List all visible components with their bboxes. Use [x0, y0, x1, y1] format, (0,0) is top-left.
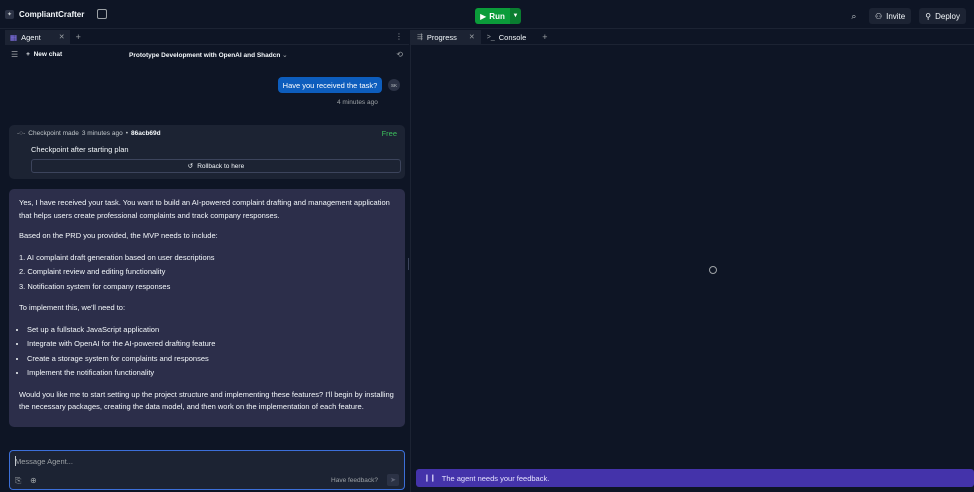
- rollback-icon: ↺: [187, 163, 194, 170]
- implement-list: Set up a fullstack JavaScript applicatio…: [27, 323, 395, 381]
- mvp-list: 1. AI complaint draft generation based o…: [19, 251, 395, 295]
- chat-header: ☰ + New chat Prototype Development with …: [5, 47, 409, 62]
- text-cursor: [15, 456, 16, 466]
- checkpoint-hash: 86acb69d: [130, 130, 161, 137]
- brand: ✦ CompliantCrafter: [5, 9, 108, 19]
- rollback-label: Rollback to here: [197, 162, 245, 170]
- message-composer: ⎘ ⊕ Have feedback? ➤: [9, 450, 405, 490]
- deploy-icon: ⚲: [925, 11, 932, 21]
- search-icon[interactable]: ⌕: [847, 9, 861, 23]
- avatar: SK: [388, 79, 400, 91]
- separator-dot: •: [125, 130, 128, 137]
- chat-title-dropdown[interactable]: Prototype Development with OpenAI and Sh…: [129, 51, 288, 59]
- feedback-link[interactable]: Have feedback?: [331, 477, 378, 484]
- list-item: Set up a fullstack JavaScript applicatio…: [27, 323, 395, 338]
- rollback-button[interactable]: ↺ Rollback to here: [31, 159, 401, 173]
- chat-title: Prototype Development with OpenAI and Sh…: [129, 51, 281, 59]
- send-button[interactable]: ➤: [387, 474, 399, 486]
- feedback-banner[interactable]: ❙❙ The agent needs your feedback.: [416, 469, 974, 487]
- chevron-down-icon: ⌄: [282, 51, 288, 59]
- agent-grid-icon: ▦: [10, 32, 18, 42]
- checkpoint-time: 3 minutes ago: [81, 130, 123, 137]
- database-icon[interactable]: [97, 9, 108, 19]
- list-item: 1. AI complaint draft generation based o…: [19, 252, 215, 262]
- checkpoint-title: Checkpoint after starting plan: [31, 145, 129, 154]
- terminal-icon: >_: [486, 33, 495, 41]
- top-bar: ✦ CompliantCrafter ▶ Run ▼ ⌕ ⚇ Invite ⚲ …: [0, 3, 974, 29]
- message-input[interactable]: [15, 455, 315, 467]
- tab-progress-label: Progress: [426, 32, 457, 42]
- new-chat-label: New chat: [33, 51, 63, 58]
- pause-icon: ❙❙: [424, 475, 436, 482]
- user-add-icon: ⚇: [874, 11, 883, 21]
- feedback-banner-text: The agent needs your feedback.: [441, 473, 550, 483]
- repl-logo-icon[interactable]: ✦: [5, 9, 14, 19]
- menu-icon[interactable]: ☰: [11, 50, 18, 59]
- agent-closing: Would you like me to start setting up th…: [19, 389, 394, 412]
- history-icon[interactable]: ⟲: [396, 50, 403, 59]
- agent-intro: Yes, I have received your task. You want…: [19, 198, 390, 220]
- play-icon: ▶: [480, 11, 487, 21]
- agent-implement-intro: To implement this, we'll need to:: [19, 303, 126, 312]
- new-chat-button[interactable]: + New chat: [26, 51, 62, 58]
- tab-agent-label: Agent: [21, 32, 41, 42]
- message-timestamp: 4 minutes ago: [337, 99, 378, 106]
- invite-button[interactable]: ⚇ Invite: [868, 8, 912, 24]
- tool-tabs: ⇶ Progress ✕ >_ Console +: [411, 29, 974, 45]
- agent-message: Yes, I have received your task. You want…: [9, 189, 405, 427]
- more-options-icon[interactable]: ⋮: [395, 32, 403, 41]
- agent-tabs: ▦ Agent ✕ + ⋮: [5, 29, 409, 45]
- user-message: Have you received the task?: [278, 77, 382, 93]
- list-item: 2. Complaint review and editing function…: [19, 267, 166, 276]
- list-item: Implement the notification functionality: [27, 366, 395, 381]
- tab-agent[interactable]: ▦ Agent ✕: [5, 29, 70, 45]
- tab-console-label: Console: [498, 32, 527, 42]
- checkpoint-icon: -○-: [17, 130, 26, 137]
- attach-icon[interactable]: ⎘: [15, 476, 21, 486]
- run-options-chevron-down-icon[interactable]: ▼: [510, 8, 521, 24]
- checkpoint-card: -○- Checkpoint made 3 minutes ago • 86ac…: [9, 125, 405, 179]
- close-icon[interactable]: ✕: [469, 33, 475, 41]
- deploy-button[interactable]: ⚲ Deploy: [919, 8, 966, 24]
- free-badge: Free: [381, 129, 397, 138]
- agent-panel: ▦ Agent ✕ + ⋮ ☰ + New chat Prototype Dev…: [5, 29, 409, 492]
- globe-icon[interactable]: ⊕: [30, 476, 37, 485]
- run-label: Run: [489, 11, 505, 21]
- list-item: Integrate with OpenAI for the AI-powered…: [27, 337, 395, 352]
- invite-label: Invite: [886, 11, 906, 21]
- add-tab-icon[interactable]: +: [76, 32, 81, 42]
- tool-panel: ⇶ Progress ✕ >_ Console + ❙❙ The agent n…: [411, 29, 974, 492]
- close-icon[interactable]: ✕: [59, 33, 65, 41]
- list-item: Create a storage system for complaints a…: [27, 352, 395, 367]
- progress-icon: ⇶: [417, 34, 423, 41]
- tab-progress[interactable]: ⇶ Progress ✕: [411, 29, 481, 45]
- loading-spinner-icon: [709, 266, 717, 274]
- run-control: ▶ Run ▼: [475, 8, 521, 24]
- add-tab-icon[interactable]: +: [542, 32, 547, 42]
- deploy-label: Deploy: [935, 11, 960, 21]
- top-actions: ⌕ ⚇ Invite ⚲ Deploy: [847, 8, 966, 24]
- checkpoint-prefix: Checkpoint made: [28, 130, 79, 137]
- agent-prd-intro: Based on the PRD you provided, the MVP n…: [19, 231, 218, 240]
- checkpoint-meta: -○- Checkpoint made 3 minutes ago • 86ac…: [17, 130, 161, 137]
- app-name[interactable]: CompliantCrafter: [19, 10, 84, 19]
- list-item: 3. Notification system for company respo…: [19, 281, 171, 291]
- run-button[interactable]: ▶ Run: [475, 8, 510, 24]
- tab-console[interactable]: >_ Console: [481, 30, 533, 45]
